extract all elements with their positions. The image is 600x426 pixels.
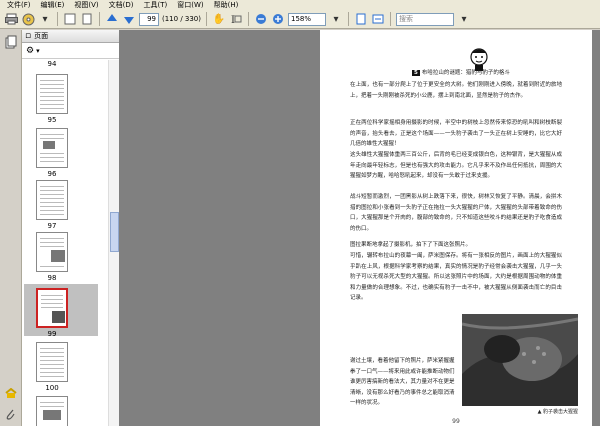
- menu-edit[interactable]: 编辑(E): [36, 0, 70, 10]
- pages-icon: ▫: [25, 31, 32, 41]
- thumbnail-scrollbar[interactable]: [108, 60, 119, 426]
- thumbnail-label: 98: [47, 274, 57, 282]
- paragraph-text: 正在两位科学家摇相身用摄影的时候，半空中的树枝上忽然传来惊恐的吼叫和树枝断裂的声…: [350, 120, 562, 148]
- menu-bar: 文件(F) 编辑(E) 视图(V) 文档(D) 工具(T) 窗口(W) 帮助(H…: [0, 0, 600, 10]
- body-paragraph: 这头雄性大猩猩体重两三百公斤，后背的毛已经变成银白色，这种银背，是大猩猩从成年走…: [350, 152, 562, 180]
- body-paragraph: 可惜，辗转布拉山的夜幕一阖，萨米图保存。将有一张相反的图片，画面上的大猩猩似乎趴…: [350, 253, 562, 302]
- pages-panel: ▫ 页面 ⚙ ▾ 94 95 96 97 98 99 100: [22, 30, 120, 426]
- search-input[interactable]: 搜索: [396, 12, 454, 26]
- menu-help[interactable]: 帮助(H): [209, 0, 244, 10]
- toolbar-divider: [248, 12, 249, 26]
- chevron-down-icon[interactable]: ▾: [36, 47, 40, 55]
- toolbar-divider: [348, 12, 349, 26]
- fit-page-icon[interactable]: [354, 12, 368, 26]
- chapter-number: 5: [412, 70, 420, 76]
- chevron-down-icon[interactable]: ▾: [38, 12, 52, 26]
- toolbar-divider: [99, 12, 100, 26]
- thumbnail-label: 100: [45, 384, 59, 392]
- zoom-in-icon[interactable]: [271, 12, 285, 26]
- cd-icon[interactable]: [21, 12, 35, 26]
- page-number: 99: [452, 418, 460, 425]
- print-icon[interactable]: [4, 12, 18, 26]
- menu-tools[interactable]: 工具(T): [139, 0, 173, 10]
- hand-tool-icon[interactable]: ✋: [212, 12, 226, 26]
- navigation-pane-strip: [0, 30, 22, 426]
- document-page: 5 布哈拉山的谜题：猎豹与豹子的格斗 在上面，也有一部分爬上了位于更安全的大树。他…: [320, 30, 592, 426]
- body-paragraph: 正在两位科学家摇相身用摄影的时候，半空中的树枝上忽然传来惊恐的吼叫和树枝断裂的声…: [350, 118, 562, 150]
- text-select-icon[interactable]: I: [229, 12, 243, 26]
- zoom-out-icon[interactable]: [254, 12, 268, 26]
- page-thumbnail[interactable]: [36, 128, 68, 168]
- thumbnail-label: 99: [47, 330, 57, 338]
- toolbar-divider: [206, 12, 207, 26]
- select-tool-icon[interactable]: [63, 12, 77, 26]
- menu-file[interactable]: 文件(F): [2, 0, 36, 10]
- document-viewer[interactable]: 5 布哈拉山的谜题：猎豹与豹子的格斗 在上面，也有一部分爬上了位于更安全的大树。他…: [120, 30, 600, 426]
- thumbnail-label: 96: [47, 170, 57, 178]
- thumbnail-label: 95: [47, 116, 57, 124]
- page-thumbnail[interactable]: [36, 396, 68, 426]
- body-paragraph: 图拉果断地拿起了摄影机，拍下了下面这张照片。: [350, 242, 472, 248]
- thumbnail-list: 94 95 96 97 98 99 100: [22, 60, 108, 426]
- page-thumbnail[interactable]: [36, 232, 68, 272]
- toolbar-divider: [57, 12, 58, 26]
- thumbnail-label: 97: [47, 222, 57, 230]
- pages-icon[interactable]: [3, 34, 19, 50]
- page-number-input[interactable]: 99: [139, 12, 159, 26]
- prev-page-icon[interactable]: [105, 12, 119, 26]
- page-thumbnail[interactable]: [36, 180, 68, 220]
- photo-caption: ▲ 豹子袭击大猩猩: [537, 409, 578, 415]
- attachments-icon[interactable]: [3, 386, 19, 402]
- menu-window[interactable]: 窗口(W): [172, 0, 208, 10]
- menu-document[interactable]: 文档(D): [104, 0, 139, 10]
- next-page-icon[interactable]: [122, 12, 136, 26]
- scrollbar-thumb[interactable]: [110, 212, 119, 252]
- chapter-title: 布哈拉山的谜题：猎豹与豹子的格斗: [421, 70, 510, 76]
- chevron-down-icon[interactable]: ▾: [457, 12, 471, 26]
- pages-panel-header: ▫ 页面: [22, 30, 119, 43]
- chapter-header: 5 布哈拉山的谜题：猎豹与豹子的格斗: [412, 68, 510, 76]
- thumbnail-label: 94: [47, 60, 57, 68]
- body-paragraph: 在上面，也有一部分爬上了位于更安全的大树。他们刚刚进入傍晚，就着到附近的旅地上，…: [350, 82, 562, 99]
- fit-width-icon[interactable]: [371, 12, 385, 26]
- chevron-down-icon[interactable]: ▾: [329, 12, 343, 26]
- paperclip-icon[interactable]: [3, 406, 19, 422]
- leopard-gorilla-photo: [462, 314, 578, 406]
- page-thumbnail[interactable]: [36, 74, 68, 114]
- menu-view[interactable]: 视图(V): [69, 0, 103, 10]
- page-thumbnail[interactable]: [36, 342, 68, 382]
- wrapped-paragraph: 谢过土壤，看着他留下的照片，萨米紧握握拳了一口气——将来用此或许能推断动物们谁更…: [350, 358, 455, 407]
- pages-panel-title: 页面: [34, 32, 49, 40]
- body-paragraph: 战斗短暂而激烈，一团黑影从树上跌落下来，很快，树林又恢复了平静。清晨，会拼木措的…: [350, 194, 562, 232]
- options-icon[interactable]: ⚙: [26, 46, 34, 56]
- page-thumbnail-selected[interactable]: [36, 288, 68, 328]
- toolbar-divider: [390, 12, 391, 26]
- pages-panel-options[interactable]: ⚙ ▾: [22, 43, 119, 59]
- document-icon[interactable]: [80, 12, 94, 26]
- toolbar: ▾ 99 (110 / 330) ✋ I 158% ▾ 搜索 ▾: [0, 10, 600, 29]
- zoom-level-field[interactable]: 158%: [288, 12, 326, 26]
- page-count: (110 / 330): [162, 15, 201, 23]
- svg-text:I: I: [231, 15, 235, 25]
